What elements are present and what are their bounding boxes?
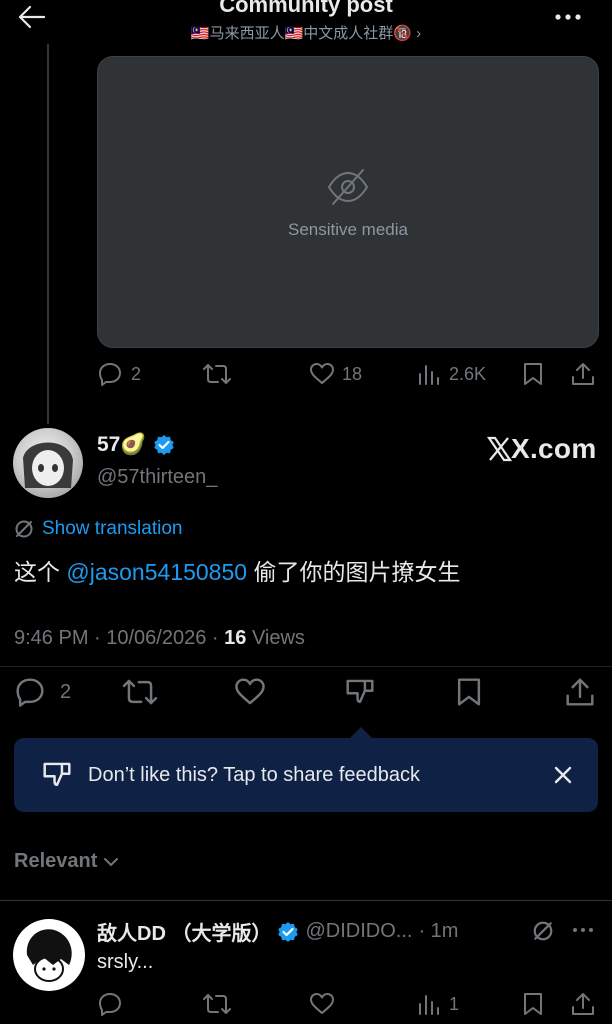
- share-button[interactable]: [570, 991, 596, 1017]
- views-button[interactable]: 1: [416, 991, 459, 1017]
- share-icon: [572, 993, 594, 1015]
- repost-button[interactable]: [121, 676, 159, 708]
- share-button[interactable]: [570, 361, 596, 387]
- views-chart-icon: [419, 995, 439, 1015]
- like-button[interactable]: [309, 991, 335, 1017]
- sort-label: Relevant: [14, 850, 98, 872]
- eye-off-icon: [328, 169, 368, 205]
- anime-avatar-icon: [23, 442, 73, 488]
- reply-button[interactable]: 2: [97, 361, 141, 387]
- feedback-banner[interactable]: Don’t like this? Tap to share feedback: [14, 738, 598, 812]
- close-icon: [554, 766, 572, 784]
- verified-badge-icon: [153, 435, 174, 455]
- brand-text: X.com: [511, 433, 597, 464]
- more-button[interactable]: [550, 8, 586, 26]
- translate-icon: [15, 520, 33, 538]
- feedback-text: Don’t like this? Tap to share feedback: [88, 763, 421, 786]
- reply-display-name: 敌人DD （大学版）: [97, 923, 272, 945]
- reply-icon: [16, 678, 44, 707]
- verified-badge-icon: [278, 921, 299, 942]
- community-link[interactable]: 🇲🇾马来西亚人🇲🇾中文成人社群🔞 ›: [0, 22, 612, 43]
- views-button[interactable]: 2.6K: [416, 361, 486, 387]
- post-media-placeholder[interactable]: Sensitive media: [97, 56, 599, 348]
- bookmark-icon: [524, 363, 542, 385]
- reply-text: srsly...: [97, 951, 154, 973]
- reply-icon: [99, 363, 121, 386]
- bookmark-icon: [457, 678, 481, 706]
- reply-count: 2: [131, 363, 142, 384]
- reply-handle: @DIDIDO...: [305, 920, 413, 942]
- media-notice: Sensitive media: [287, 220, 408, 239]
- repost-icon: [203, 994, 231, 1014]
- more-icon: [555, 14, 581, 20]
- community-name: 🇲🇾马来西亚人🇲🇾中文成人社群🔞: [190, 25, 412, 42]
- repost-icon: [203, 364, 231, 384]
- chevron-down-icon: [104, 857, 119, 866]
- heart-icon: [235, 678, 265, 705]
- post-timestamp: 9:46 PM · 10/06/2026 · 16 Views: [14, 627, 305, 649]
- views-count: 16: [224, 627, 247, 649]
- like-count: 18: [342, 363, 363, 384]
- share-icon: [572, 363, 594, 385]
- thumbs-down-icon: [346, 679, 374, 704]
- divider: [0, 900, 612, 901]
- bookmark-button[interactable]: [522, 361, 544, 387]
- reply-views-count: 1: [449, 993, 460, 1014]
- display-name: 57🥑: [97, 433, 147, 456]
- reply-author-row[interactable]: 敌人DD （大学版） @DIDIDO... · 1m: [97, 917, 458, 946]
- x-logo-icon: [486, 436, 512, 462]
- share-icon: [566, 678, 594, 706]
- reply-icon: [99, 993, 121, 1016]
- reply-button[interactable]: [97, 991, 123, 1017]
- close-button[interactable]: [552, 764, 574, 786]
- reply-avatar[interactable]: [13, 919, 85, 991]
- thumbs-down-icon: [43, 762, 71, 787]
- divider: [0, 666, 612, 667]
- author-name-row[interactable]: 57🥑: [97, 433, 175, 457]
- dislike-button[interactable]: [343, 676, 377, 708]
- repost-button[interactable]: [202, 361, 232, 387]
- author-handle[interactable]: @57thirteen_: [97, 466, 217, 489]
- translate-icon: [533, 921, 553, 941]
- views-count: 2.6K: [449, 363, 487, 384]
- bookmark-button[interactable]: [455, 676, 483, 708]
- share-button[interactable]: [564, 676, 596, 708]
- heart-icon: [310, 993, 334, 1014]
- reply-translate-button[interactable]: [532, 920, 554, 942]
- like-button[interactable]: 18: [309, 361, 362, 387]
- like-button[interactable]: [233, 676, 267, 708]
- mention-link[interactable]: @jason54150850: [66, 559, 247, 585]
- thread-line: [47, 44, 49, 424]
- brand-logo: X.com: [486, 433, 597, 465]
- avatar[interactable]: [13, 428, 83, 498]
- reply-time: · 1m: [418, 920, 459, 942]
- repost-button[interactable]: [202, 991, 232, 1017]
- more-icon: [573, 928, 593, 932]
- reply-more-button[interactable]: [570, 923, 596, 937]
- heart-icon: [310, 363, 334, 384]
- bookmark-button[interactable]: [522, 991, 544, 1017]
- bookmark-icon: [524, 993, 542, 1015]
- sort-selector[interactable]: Relevant: [14, 850, 119, 873]
- post-text: 这个 @jason54150850 偷了你的图片撩女生: [14, 559, 461, 585]
- show-translation-button[interactable]: Show translation: [14, 518, 182, 540]
- sketch-avatar-icon: [26, 929, 72, 982]
- chevron-right-icon: ›: [416, 25, 422, 42]
- show-translation-label: Show translation: [42, 518, 183, 539]
- repost-icon: [122, 679, 158, 705]
- page-title: Community post: [219, 0, 393, 17]
- reply-count: 2: [60, 680, 72, 703]
- views-chart-icon: [419, 365, 439, 385]
- reply-button[interactable]: 2: [14, 676, 71, 708]
